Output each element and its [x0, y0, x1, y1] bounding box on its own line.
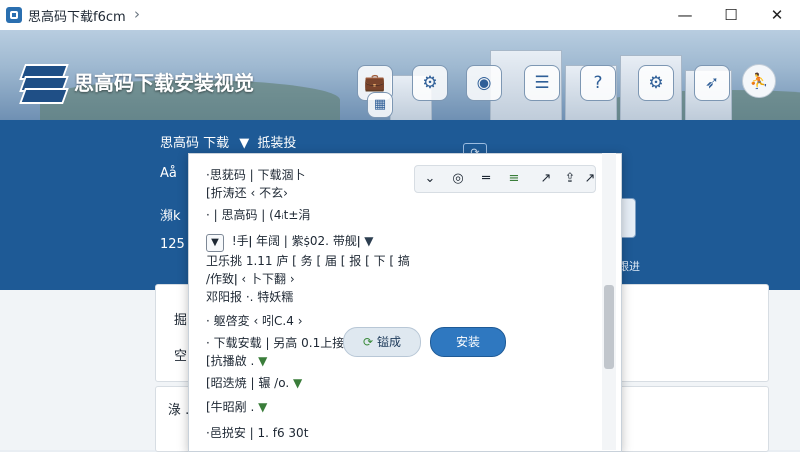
help-icon[interactable]: ?	[580, 65, 616, 101]
green-arrow-icon[interactable]: ▼	[258, 400, 267, 414]
list-item[interactable]: · 躯啓変 ‹ 吲C.4 ›	[206, 312, 303, 329]
side-text: Aå	[160, 166, 177, 181]
green-arrow-icon[interactable]: ▼	[258, 354, 267, 368]
panel-toolbar: ⌄ ◎ ═ ≡ ↗ ⇪ ↗	[414, 165, 596, 193]
card-label: 掘	[174, 313, 188, 328]
photo-icon[interactable]: ◉	[466, 65, 502, 101]
green-arrow-icon[interactable]: ▼	[293, 376, 302, 390]
list-item[interactable]: ·思莸码 | 下载涸卜	[206, 166, 306, 183]
app-icon	[6, 7, 22, 23]
list-item[interactable]: 邓阳报 ·. 特妖糯	[206, 288, 293, 305]
breadcrumb-text: 思高码 下载	[160, 136, 230, 151]
filter-label[interactable]: 抵装投	[257, 136, 296, 151]
brand-logo-icon	[19, 60, 69, 104]
rocket-icon[interactable]: ➶	[694, 65, 730, 101]
install-button[interactable]: 安装	[430, 327, 506, 357]
brand-title: 思高码下载安装视觉	[74, 71, 254, 95]
sync-icon: ⟳	[362, 335, 374, 349]
list-item-label: [抗播啟 .	[206, 354, 255, 368]
pen-icon[interactable]: ↗	[575, 166, 605, 192]
list-item[interactable]: [昭迭焼 | 辗 /o. ▼	[206, 374, 302, 391]
card-label: 空	[174, 349, 188, 364]
list-item[interactable]: [牛昭剐 . ▼	[206, 398, 267, 415]
list-item[interactable]: ▼ !手ǀ 年阔 | 紫ṩ02. 带舰ǀ ▼	[206, 232, 373, 252]
list-item[interactable]: [抗播啟 . ▼	[206, 352, 267, 369]
filter-icon[interactable]: ▼	[206, 234, 224, 252]
scrollbar-thumb[interactable]	[604, 285, 614, 369]
settings-cog-icon[interactable]: ⚙	[638, 65, 674, 101]
nav-forward-icon[interactable]: ›	[134, 5, 140, 23]
continue-button[interactable]: ⟳ 镒成	[343, 327, 421, 357]
close-button[interactable]: ✕	[754, 0, 800, 30]
window-title: 思高码下载f6cm	[28, 10, 126, 25]
card-label: 淥 .	[168, 403, 190, 418]
list-item-label: [昭迭焼 | 辗 /o.	[206, 376, 290, 390]
list-item[interactable]: /作致ǀ ‹ 卜下翻 ›	[206, 270, 295, 287]
hero-banner: 思高码下载安装视觉 💼 ⚙ ◉ ☰ ? ⚙ ➶ ▦	[0, 30, 800, 120]
list-item[interactable]: [折涛还 ‹ 不玄›	[206, 184, 288, 201]
window-titlebar: 思高码下载f6cm › — ☐ ✕	[0, 0, 800, 31]
list-item[interactable]: · 下载安载 | 另高 0.1上接	[206, 334, 344, 351]
gear-badge-icon[interactable]: ⚙	[412, 65, 448, 101]
list-item-label: !手ǀ 年阔 | 紫ṩ02. 带舰ǀ	[231, 234, 361, 248]
filter-lines-icon[interactable]: ≡	[499, 166, 529, 192]
avatar-button[interactable]: ⛹	[742, 64, 776, 98]
minimize-button[interactable]: —	[662, 0, 708, 30]
equals-icon[interactable]: ═	[471, 166, 501, 192]
list-item[interactable]: 卫乐挑 1.11 庐 [ 务 [ 届 [ 报 [ 下 [ 搞	[206, 252, 410, 269]
target-icon[interactable]: ◎	[443, 166, 473, 192]
continue-label: 镒成	[377, 335, 402, 349]
filter-icon[interactable]: ▼	[239, 136, 249, 151]
collapse-icon[interactable]: ⌄	[415, 166, 445, 192]
maximize-button[interactable]: ☐	[708, 0, 754, 30]
breadcrumb: 思高码 下载 ▼ 抵装投	[160, 132, 296, 151]
list-item[interactable]: ·邑捝安 | 1. f6 30t	[206, 424, 308, 441]
side-text: 瀕k	[160, 209, 181, 224]
grid-tile-icon[interactable]: ▦	[367, 92, 393, 118]
list-item-label: [牛昭剐 .	[206, 400, 255, 414]
document-icon[interactable]: ☰	[524, 65, 560, 101]
side-text: 125	[160, 237, 185, 252]
list-item[interactable]: · | 思高码 | (4ᵢt±涓	[206, 206, 310, 223]
dropdown-arrow-icon[interactable]: ▼	[364, 234, 373, 248]
